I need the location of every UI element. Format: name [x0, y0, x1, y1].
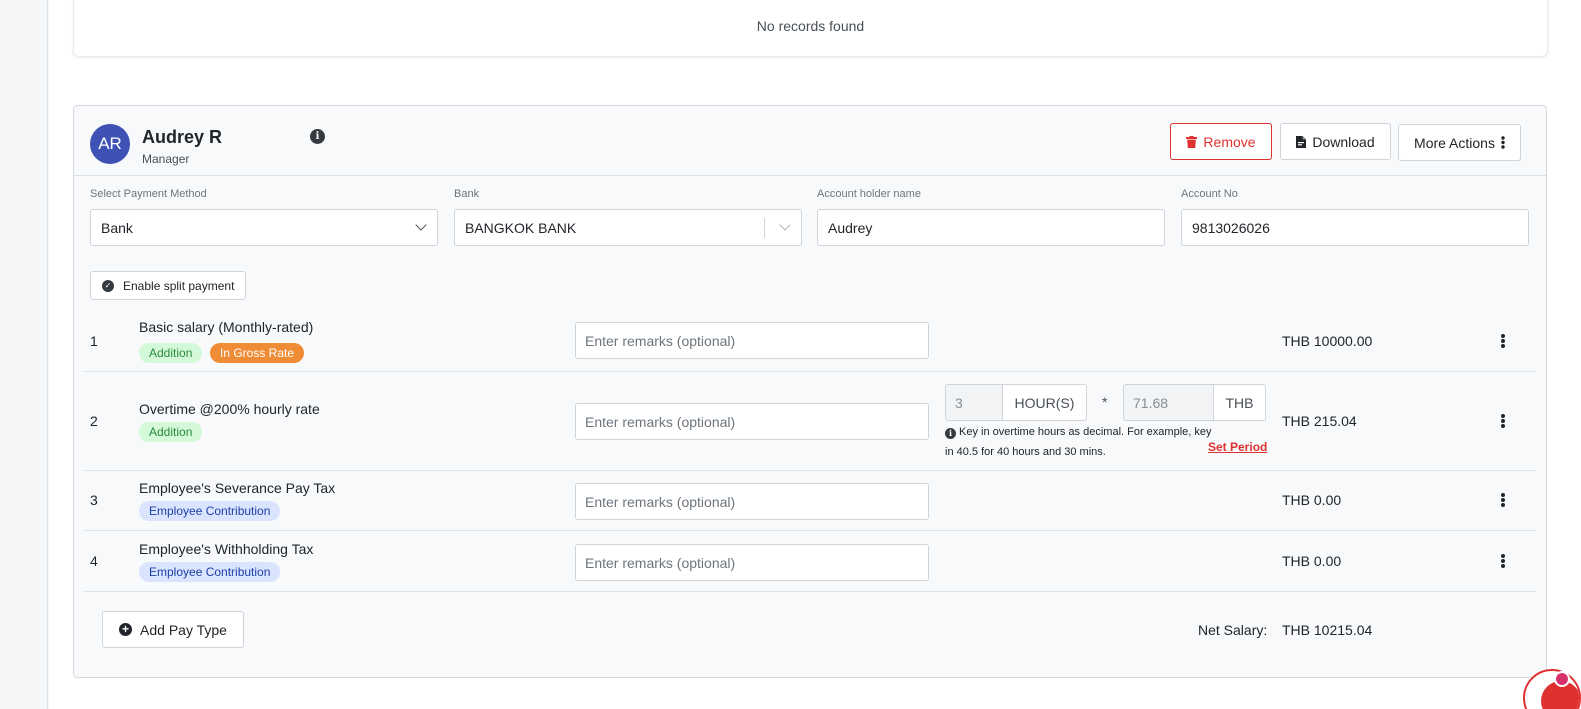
row-menu-icon[interactable]: [1497, 333, 1509, 349]
row-number: 2: [90, 413, 98, 429]
payment-method-select[interactable]: Bank: [90, 209, 438, 246]
add-pay-type-button[interactable]: + Add Pay Type: [102, 611, 244, 648]
pay-item-row: 1 Basic salary (Monthly-rated) Addition …: [83, 312, 1536, 372]
payment-method-value: Bank: [101, 219, 133, 236]
pay-item-amount: THB 215.04: [1282, 413, 1357, 429]
overtime-hours-group: 3 HOUR(S): [945, 384, 1087, 421]
net-salary-label: Net Salary:: [1198, 622, 1268, 638]
bank-label: Bank: [454, 188, 480, 200]
plus-circle-icon: +: [119, 623, 133, 636]
rate-unit-addon: THB: [1214, 384, 1266, 421]
main-content: No records found AR Audrey R Manager i R…: [49, 0, 1581, 709]
net-salary-value: THB 10215.04: [1282, 622, 1373, 638]
employee-name: Audrey R: [142, 127, 223, 147]
employee-payroll-card: AR Audrey R Manager i Remove Download Mo…: [73, 105, 1547, 678]
add-pay-type-label: Add Pay Type: [140, 621, 227, 638]
row-menu-icon[interactable]: [1497, 492, 1509, 508]
no-records-message: No records found: [756, 17, 865, 34]
addition-badge: Addition: [139, 343, 203, 363]
remove-label: Remove: [1203, 133, 1256, 150]
account-no-value: 9813026026: [1192, 219, 1270, 236]
pay-item-amount: THB 0.00: [1282, 492, 1342, 508]
pay-item-title: Overtime @200% hourly rate: [139, 401, 320, 417]
pay-item-amount: THB 10000.00: [1282, 333, 1373, 349]
info-icon: i: [945, 427, 956, 439]
pay-item-amount: THB 0.00: [1282, 553, 1342, 569]
overtime-rate-input[interactable]: 71.68: [1123, 384, 1214, 421]
row-number: 4: [90, 553, 98, 569]
bank-select[interactable]: BANGKOK BANK: [454, 209, 802, 246]
pay-item-title: Employee's Withholding Tax: [139, 541, 314, 557]
account-holder-value: Audrey: [828, 219, 873, 236]
remove-button[interactable]: Remove: [1170, 123, 1272, 160]
set-period-link[interactable]: Set Period: [1208, 440, 1267, 454]
avatar: AR: [90, 124, 130, 164]
hours-unit-addon: HOUR(S): [1003, 384, 1087, 421]
payment-method-label: Select Payment Method: [90, 188, 207, 200]
pay-item-title: Employee's Severance Pay Tax: [139, 480, 336, 496]
addition-badge: Addition: [139, 422, 203, 442]
split-payment-label: Enable split payment: [123, 278, 235, 293]
overtime-help-text: i Key in overtime hours as decimal. For e…: [945, 422, 1215, 462]
remarks-input[interactable]: Enter remarks (optional): [575, 483, 929, 520]
overtime-help-message: Key in overtime hours as decimal. For ex…: [945, 426, 1212, 458]
left-rail: [0, 0, 48, 709]
employee-header: AR Audrey R Manager i Remove Download Mo…: [74, 106, 1546, 176]
multiply-sign: *: [1102, 394, 1108, 410]
row-menu-icon[interactable]: [1497, 413, 1509, 429]
employee-contribution-badge: Employee Contribution: [139, 501, 281, 521]
chevron-down-icon: [415, 219, 427, 231]
row-menu-icon[interactable]: [1497, 553, 1509, 569]
pay-item-title: Basic salary (Monthly-rated): [139, 319, 314, 335]
pay-item-row: 4 Employee's Withholding Tax Employee Co…: [83, 531, 1536, 592]
account-holder-label: Account holder name: [817, 188, 921, 200]
account-no-input[interactable]: 9813026026: [1181, 209, 1529, 246]
enable-split-payment-button[interactable]: ✓ Enable split payment: [90, 271, 246, 300]
vertical-ellipsis-icon: [1501, 136, 1505, 149]
info-icon[interactable]: i: [310, 129, 325, 144]
account-holder-input[interactable]: Audrey: [817, 209, 1165, 246]
overtime-rate-group: 71.68 THB: [1123, 384, 1266, 421]
pay-item-row: 2 Overtime @200% hourly rate Addition En…: [83, 372, 1536, 471]
remarks-input[interactable]: Enter remarks (optional): [575, 322, 929, 359]
trash-icon: [1186, 135, 1198, 148]
chevron-down-icon: [779, 219, 791, 231]
employee-contribution-badge: Employee Contribution: [139, 562, 281, 582]
check-circle-icon: ✓: [102, 279, 114, 292]
row-number: 3: [90, 492, 98, 508]
notification-dot: [1554, 671, 1570, 687]
pay-item-row: 3 Employee's Severance Pay Tax Employee …: [83, 471, 1536, 531]
download-button[interactable]: Download: [1280, 123, 1391, 160]
overtime-hours-input[interactable]: 3: [945, 384, 1003, 421]
bank-value: BANGKOK BANK: [465, 219, 577, 236]
row-number: 1: [90, 333, 98, 349]
more-actions-label: More Actions: [1414, 134, 1495, 151]
select-separator: [764, 218, 765, 238]
more-actions-button[interactable]: More Actions: [1398, 124, 1521, 161]
pdf-file-icon: [1296, 135, 1307, 148]
remarks-input[interactable]: Enter remarks (optional): [575, 403, 929, 440]
download-label: Download: [1312, 133, 1375, 150]
employee-role: Manager: [142, 152, 190, 166]
in-gross-rate-badge: In Gross Rate: [210, 343, 305, 363]
account-no-label: Account No: [1181, 188, 1238, 200]
remarks-input[interactable]: Enter remarks (optional): [575, 544, 929, 581]
empty-records-card: No records found: [73, 0, 1548, 57]
